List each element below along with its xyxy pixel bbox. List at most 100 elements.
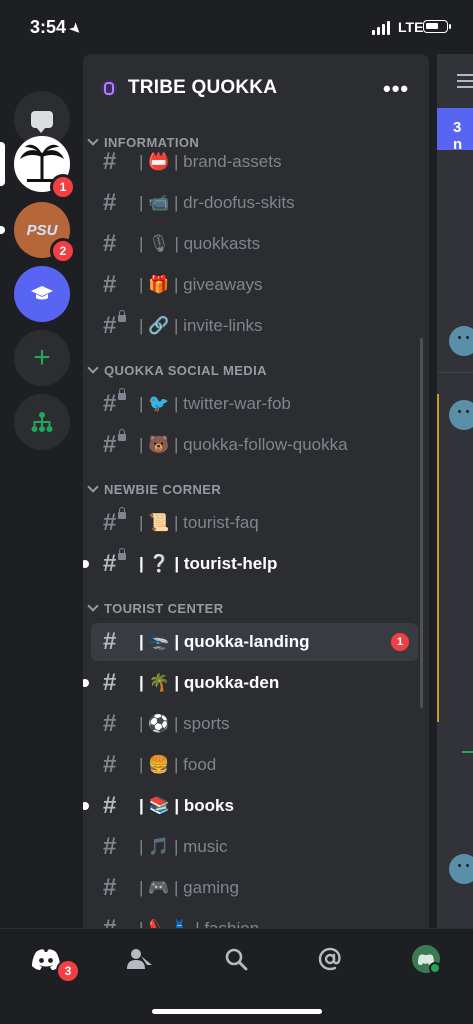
hash-icon: # <box>103 710 117 737</box>
server-header[interactable]: TRIBE QUOKKA ••• <box>83 54 429 120</box>
avatar[interactable] <box>449 326 473 356</box>
category-newbie-corner[interactable]: NEWBIE CORNER <box>87 479 221 499</box>
highlight-bar <box>437 394 439 722</box>
hamburger-menu-icon[interactable] <box>457 74 473 92</box>
lock-icon <box>118 429 126 441</box>
channel-fashion[interactable]: # | 👠👗 | fashion <box>91 910 418 929</box>
hash-icon: # <box>103 550 117 577</box>
clock-time: 3:54 <box>30 17 67 37</box>
network-type: LTE <box>398 19 424 35</box>
tab-friends[interactable] <box>122 943 158 975</box>
hash-icon: # <box>103 271 117 298</box>
user-avatar-icon <box>412 945 441 974</box>
add-server-button[interactable]: + <box>14 330 70 386</box>
chat-view-peek[interactable]: 3 n <box>437 54 473 928</box>
bottom-tab-bar: 3 <box>0 928 473 1024</box>
channel-gaming[interactable]: # | 🎮 | gaming <box>91 869 418 907</box>
server-psu-badge: 2 <box>50 238 76 264</box>
channel-food[interactable]: # | 🍔 | food <box>91 746 418 784</box>
new-divider <box>462 751 473 753</box>
hash-icon: # <box>103 874 117 901</box>
unread-indicator <box>83 560 89 568</box>
new-messages-banner[interactable]: 3 n <box>437 108 473 153</box>
category-quokka-social-media[interactable]: QUOKKA SOCIAL MEDIA <box>87 360 267 380</box>
plus-icon: + <box>33 341 51 374</box>
discover-servers-button[interactable] <box>14 394 70 450</box>
lock-icon <box>118 388 126 400</box>
channel-label: | 🌴 | quokka-den <box>139 673 280 692</box>
channel-quokka-follow-quokka[interactable]: # | 🐻 | quokka-follow-quokka <box>91 426 418 464</box>
server-rail: 1 PSU 2 + <box>0 54 82 928</box>
channel-tourist-help[interactable]: # | ❔ | tourist-help <box>83 545 418 583</box>
channel-label: | ❔ | tourist-help <box>139 554 278 573</box>
lock-icon <box>118 548 126 560</box>
graduation-cap-icon <box>31 286 53 300</box>
channel-label: | 👠👗 | fashion <box>139 919 259 928</box>
channel-quokka-landing[interactable]: # | 🛬 | quokka-landing 1 <box>91 623 418 661</box>
channel-label: | 🎁 | giveaways <box>139 275 263 294</box>
channel-label: | 📛 | brand-assets <box>139 152 282 171</box>
server-education[interactable] <box>14 266 70 322</box>
channel-label: | 🍔 | food <box>139 755 217 774</box>
category-label: NEWBIE CORNER <box>104 481 222 497</box>
hash-icon: # <box>103 390 117 417</box>
hash-icon: # <box>103 916 116 929</box>
chevron-down-icon <box>87 362 99 374</box>
channel-tourist-faq[interactable]: # | 📜 | tourist-faq <box>91 504 418 542</box>
hash-icon: # <box>103 230 117 257</box>
channel-quokka-den[interactable]: # | 🌴 | quokka-den <box>83 664 418 702</box>
at-sign-icon <box>318 947 341 971</box>
tab-search[interactable] <box>218 943 254 975</box>
channel-label: | 📹 | dr-doofus-skits <box>139 193 295 212</box>
hash-icon: # <box>103 148 117 175</box>
tab-profile[interactable] <box>408 943 444 975</box>
channel-label: | 🔗 | invite-links <box>139 316 263 335</box>
tab-mentions[interactable] <box>312 943 348 975</box>
channel-invite-links[interactable]: # | 🔗 | invite-links <box>91 307 418 345</box>
channel-label: | 🎵 | music <box>139 837 228 856</box>
channel-sports[interactable]: # | ⚽ | sports <box>91 705 418 743</box>
avatar[interactable] <box>449 854 473 884</box>
divider <box>437 372 473 373</box>
lock-icon <box>118 310 126 322</box>
hash-icon: # <box>103 189 117 216</box>
channel-brand-assets[interactable]: # | 📛 | brand-assets <box>91 143 418 181</box>
category-label: QUOKKA SOCIAL MEDIA <box>104 362 267 378</box>
channel-music[interactable]: # | 🎵 | music <box>91 828 418 866</box>
channel-label: | ⚽ | sports <box>139 714 230 733</box>
hash-icon: # <box>103 431 117 458</box>
chat-bubble-icon <box>31 110 53 133</box>
unread-indicator <box>83 679 89 687</box>
hash-icon: # <box>103 751 117 778</box>
channel-dr-doofus-skits[interactable]: # | 📹 | dr-doofus-skits <box>91 184 418 222</box>
channel-books[interactable]: # | 📚 | books <box>83 787 418 825</box>
category-tourist-center[interactable]: TOURIST CENTER <box>87 598 223 618</box>
hierarchy-icon <box>31 412 53 432</box>
cell-signal-icon <box>372 21 390 35</box>
channel-label: | 🛬 | quokka-landing <box>139 632 310 651</box>
category-label: TOURIST CENTER <box>104 600 224 616</box>
channel-label: | 🐦 | twitter-war-fob <box>139 394 291 413</box>
unread-indicator <box>83 802 89 810</box>
clock: 3:54➤ <box>30 17 85 38</box>
home-indicator <box>152 1009 322 1014</box>
mention-badge: 1 <box>391 633 409 651</box>
lock-icon <box>118 507 126 519</box>
channel-label: | 🐻 | quokka-follow-quokka <box>139 435 348 454</box>
chevron-down-icon <box>87 600 99 612</box>
chevron-down-icon <box>87 481 99 493</box>
scrollbar[interactable] <box>420 338 423 708</box>
selected-server-indicator <box>0 142 5 186</box>
avatar[interactable] <box>449 400 473 430</box>
hash-icon: # <box>103 669 117 696</box>
battery-icon <box>423 20 451 33</box>
channel-panel: TRIBE QUOKKA ••• INFORMATION # | 📛 | bra… <box>83 54 429 928</box>
channel-giveaways[interactable]: # | 🎁 | giveaways <box>91 266 418 304</box>
hash-icon: # <box>103 628 117 655</box>
channel-label: | 🎙 | quokkasts <box>139 234 261 253</box>
channel-twitter-war-fob[interactable]: # | 🐦 | twitter-war-fob <box>91 385 418 423</box>
hash-icon: # <box>103 509 117 536</box>
unread-server-indicator <box>0 226 5 234</box>
channel-quokkasts[interactable]: # | 🎙 | quokkasts <box>91 225 418 263</box>
more-options-button[interactable]: ••• <box>383 76 409 102</box>
